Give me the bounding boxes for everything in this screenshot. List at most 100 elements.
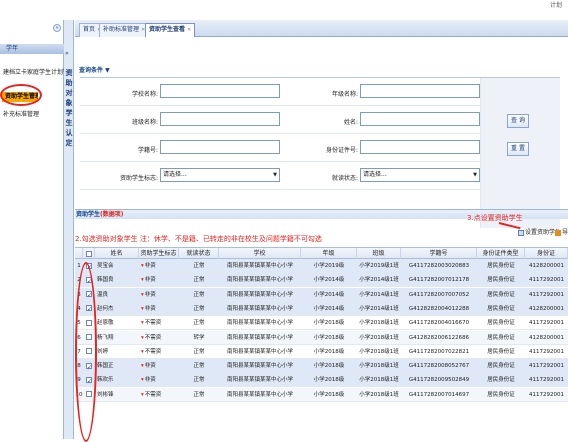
id-no-input[interactable]: [360, 140, 480, 154]
chevron-down-icon: ▼: [473, 172, 477, 178]
top-right-text: 计划: [549, 2, 562, 9]
cell-id: 4128200001: [529, 305, 564, 312]
query-header-label: 查询条件: [79, 67, 104, 74]
flag-icon: ▾: [141, 291, 144, 298]
cell-id: 4128200001: [529, 263, 564, 269]
grid-title: 资助学生: [76, 211, 101, 218]
cell-flag: ▾非资: [139, 302, 179, 316]
export-button[interactable]: 导出: [555, 227, 568, 236]
cell-cls: 小学2014级1班: [359, 277, 399, 284]
student-no-input[interactable]: [160, 140, 280, 154]
chevron-down-icon: ▼: [105, 67, 110, 74]
close-icon[interactable]: ✕: [187, 27, 191, 33]
cell-name: 刘彬锋: [97, 391, 114, 398]
cell-school: 南阳县某某镇某某中心小学: [226, 263, 293, 269]
cell-id: 4117292001: [529, 363, 564, 370]
cell-id: 4117292001: [529, 377, 564, 384]
cell-no: G4117282007007052: [408, 291, 470, 298]
label-school: 学校名称:: [131, 91, 158, 98]
cell-idtype: 居民身份证: [487, 263, 515, 269]
table-row[interactable]: 8韩国正▾非资正常南阳县某某镇某某中心小学小学2018级小学2018级1班G41…: [75, 359, 568, 374]
collapsed-panel[interactable]: » 资助对象学生认定: [64, 20, 74, 439]
class-name-input[interactable]: [160, 112, 280, 126]
top-bar: 计划: [0, 0, 568, 20]
table-row[interactable]: 2韩国良▾非资正常南阳县某某镇某某中心小学小学2014级小学2014级1班G41…: [75, 273, 568, 288]
table-row[interactable]: 5 赵恩敬 ▾不需资 正常 南阳县某某镇某某中心小学 小学2018级 小学2018级1班 G4…: [75, 316, 568, 331]
cell-idtype: 居民身份证: [487, 377, 515, 384]
sidebar-section-header[interactable]: 学年: [0, 44, 64, 54]
button-cell: 查 询 重 置: [480, 78, 560, 228]
expand-icon[interactable]: »: [65, 50, 69, 57]
cell-flag: ▾非资: [139, 259, 179, 273]
flag-text: 不需资: [144, 334, 162, 341]
cell-name: 韩国正: [97, 363, 114, 370]
cell-grade: 小学2018级: [313, 391, 345, 398]
table-row[interactable]: 9韩欢乐▾非资正常南阳县某某镇某某中心小学小学2018级小学2018级1班G41…: [75, 373, 568, 388]
label-flag: 资助学生标志:: [119, 175, 158, 182]
cell-grade: 小学2018级: [313, 348, 345, 355]
cell-no: G4128282006122686: [408, 334, 470, 341]
flag-text: 非资: [144, 377, 156, 384]
cell-name: 刘婷: [97, 348, 109, 355]
cell-grade: 小学2014级: [313, 305, 345, 312]
flag-select[interactable]: 请选择... ▼: [160, 168, 280, 182]
cell-cls: 小学2018级1班: [359, 391, 399, 398]
cell-grade: 小学2018级: [313, 334, 345, 341]
sidebar-item-standard[interactable]: 补充标准管理: [0, 110, 64, 120]
grade-name-input[interactable]: [360, 84, 480, 98]
cell-grade: 小学2018级: [313, 377, 345, 384]
table-row[interactable]: 10 刘彬锋 ▾不需资 正常 南阳县某某镇某某中心小学 小学2018级 小学2018级1班 G…: [75, 387, 568, 402]
cell-flag: ▾不需资: [139, 388, 179, 402]
cell-flag: ▾不需资: [139, 345, 179, 359]
cell-id: 4117292001: [529, 348, 564, 355]
table-row[interactable]: 4赵何杰▾非资正常南阳县某某镇某某中心小学小学2014级小学2014级1班G41…: [75, 301, 568, 316]
label-grade: 年级名称:: [331, 91, 358, 98]
table-row[interactable]: 7 刘婷 ▾不需资 正常 南阳县某某镇某某中心小学 小学2018级 小学2018级1班 G41…: [75, 345, 568, 359]
tab-student-view[interactable]: 资助学生查看 ✕: [145, 23, 196, 37]
cell-state: 正常: [193, 291, 205, 298]
cell-grade: 小学2018级: [313, 363, 345, 370]
status-select[interactable]: 请选择... ▼: [360, 168, 480, 182]
cell-idtype: 居民身份证: [487, 291, 515, 298]
flag-text: 非资: [144, 263, 156, 269]
table-row[interactable]: 3温良▾非资正常南阳县某某镇某某中心小学小学2014级小学2014级1班G411…: [75, 287, 568, 302]
cell-school: 南阳县某某镇某某中心小学: [226, 377, 293, 384]
annotation-circle-sidebar: [0, 84, 42, 106]
cell-name: 赵何杰: [97, 305, 114, 312]
sidebar: « 学年 建档立卡家庭学生计划管理 资助学生管理 补充标准管理: [0, 20, 64, 439]
flag-icon: ▾: [141, 348, 144, 355]
cell-flag: ▾非资: [139, 373, 179, 387]
cell-no: G4117282003020883: [408, 263, 470, 269]
collapse-icon[interactable]: «: [53, 24, 61, 32]
school-name-input[interactable]: [160, 84, 280, 98]
table-row[interactable]: 1吴宝会▾非资正常南阳县某某镇某某中心小学小学2019级小学2019级1班G41…: [75, 259, 568, 273]
flag-text: 非资: [144, 291, 156, 298]
select-value: 请选择...: [363, 171, 387, 178]
flag-text: 非资: [144, 277, 156, 284]
export-label: 导出: [562, 229, 568, 236]
cell-state: 正常: [193, 263, 205, 269]
flag-icon: ▾: [141, 377, 144, 384]
cell-grade: 小学2014级: [313, 277, 345, 284]
cell-no: G4117282007014697: [408, 391, 470, 398]
sidebar-item-plan[interactable]: 建档立卡家庭学生计划管理: [0, 68, 64, 78]
query-header[interactable]: 查询条件 ▼: [79, 65, 110, 74]
cell-id: 4117292001: [529, 277, 564, 284]
reset-button[interactable]: 重 置: [507, 142, 529, 156]
annotation-step2: 2.勾选资助对象学生 注：休学、不是籍、已转走的非在校生及问题学籍不可勾选: [75, 235, 322, 243]
query-button[interactable]: 查 询: [507, 114, 529, 128]
table-row[interactable]: 6 杨飞翔 ▾不需资 转学 南阳县某某镇某某中心小学 小学2018级 小学2018级1班 G4…: [75, 330, 568, 345]
name-input[interactable]: [360, 112, 480, 126]
select-value: 请选择...: [163, 171, 187, 178]
cell-state: 正常: [193, 377, 205, 384]
tab-label: 资助学生查看: [149, 26, 186, 33]
cell-idtype: 居民身份证: [487, 305, 515, 312]
checkbox[interactable]: [85, 250, 92, 257]
cell-id: 4128200001: [529, 334, 564, 341]
tab-standard[interactable]: 补助标准管理 ✕: [99, 23, 150, 37]
cell-state: 正常: [193, 320, 205, 327]
cell-name: 温良: [97, 291, 109, 298]
flag-icon: ▾: [141, 263, 144, 269]
grid-count: (数据项): [100, 211, 124, 218]
cell-state: 正常: [193, 348, 205, 355]
